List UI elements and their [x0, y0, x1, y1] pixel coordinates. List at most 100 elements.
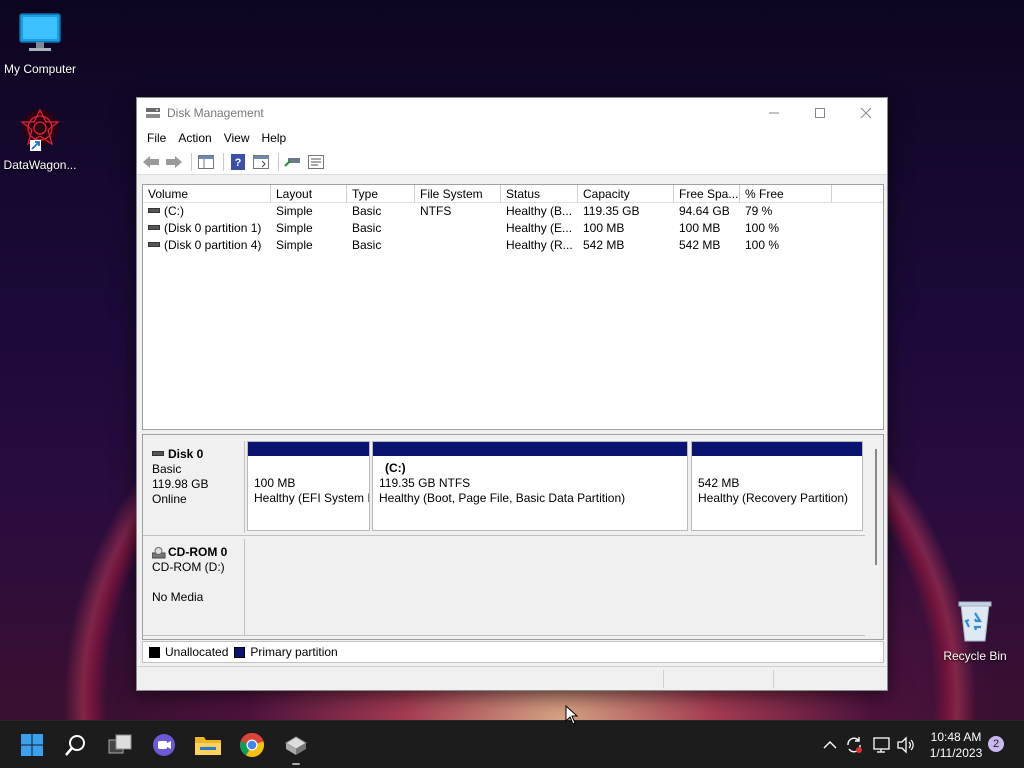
menu-action[interactable]: Action: [172, 131, 217, 145]
toolbar-separator: [278, 152, 279, 171]
disk-management-icon: [285, 736, 307, 755]
partition-efi[interactable]: 100 MB Healthy (EFI System I: [247, 441, 370, 531]
table-row[interactable]: (C:) Simple Basic NTFS Healthy (B... 119…: [143, 203, 883, 220]
toolbar-separator: [223, 152, 224, 171]
disk-type: Basic: [152, 462, 182, 476]
disk-graphical-view[interactable]: Disk 0 Basic 119.98 GB Online 100 MB Hea…: [142, 434, 884, 640]
column-header-type[interactable]: Type: [347, 185, 415, 202]
column-header-volume[interactable]: Volume: [143, 185, 271, 202]
disk-management-window[interactable]: Disk Management File Action View Help ?: [136, 97, 888, 691]
chevron-up-icon: [823, 741, 837, 749]
mouse-cursor-icon: [565, 705, 579, 725]
volume-status: Healthy (E...: [506, 221, 573, 235]
column-header-file-system[interactable]: File System: [415, 185, 501, 202]
volume-list[interactable]: Volume Layout Type File System Status Ca…: [142, 184, 884, 430]
title-bar[interactable]: Disk Management: [137, 98, 887, 127]
volume-type: Basic: [352, 204, 382, 218]
console-tree-icon: [198, 154, 214, 169]
partition-status: Healthy (Boot, Page File, Basic Data Par…: [379, 491, 626, 505]
volume-capacity: 119.35 GB: [583, 204, 640, 218]
window-title: Disk Management: [167, 105, 264, 120]
column-header-free-space[interactable]: Free Spa...: [674, 185, 740, 202]
volume-status: Healthy (B...: [506, 204, 573, 218]
properties-icon: [308, 154, 324, 169]
network-icon: [873, 737, 890, 753]
desktop-icon-recycle-bin[interactable]: Recycle Bin: [935, 597, 1015, 663]
table-row[interactable]: (Disk 0 partition 1) Simple Basic Health…: [143, 220, 883, 237]
legend-unallocated-swatch: [149, 646, 160, 658]
volume-percent-free: 100 %: [745, 221, 780, 235]
menu-bar: File Action View Help: [137, 127, 887, 149]
scrollbar-thumb[interactable]: [875, 449, 877, 565]
details-icon: [253, 154, 269, 169]
disk-management-app-icon: [146, 107, 160, 118]
disk-0-row[interactable]: Disk 0 Basic 119.98 GB Online 100 MB Hea…: [143, 441, 871, 533]
help-button[interactable]: ?: [228, 152, 248, 172]
cdrom-0-row[interactable]: CD-ROM 0 CD-ROM (D:) No Media: [143, 539, 871, 635]
show-hide-console-tree-button[interactable]: [196, 152, 216, 172]
column-header-layout[interactable]: Layout: [271, 185, 347, 202]
network-button[interactable]: [872, 735, 892, 755]
volume-file-system: NTFS: [420, 204, 452, 218]
properties-button[interactable]: [306, 152, 326, 172]
drive-icon: [148, 208, 160, 214]
minimize-button[interactable]: [751, 98, 797, 127]
disk-size: 119.98 GB: [152, 477, 209, 491]
help-icon: ?: [231, 153, 245, 170]
primary-partition-band: [373, 442, 687, 456]
graphical-view-scrollbar[interactable]: [873, 449, 881, 569]
partition-status: Healthy (EFI System I: [254, 491, 369, 505]
taskbar: 10:48 AM 1/11/2023: [0, 720, 1024, 768]
toolbar: ?: [137, 149, 887, 175]
task-view-button[interactable]: [104, 729, 136, 761]
legend: Unallocated Primary partition: [142, 641, 884, 663]
task-view-icon: [108, 734, 132, 754]
desktop-icon-my-computer[interactable]: My Computer: [0, 10, 80, 76]
notification-badge[interactable]: 2: [988, 736, 1004, 752]
maximize-button[interactable]: [797, 98, 843, 127]
chrome-button[interactable]: [236, 729, 268, 761]
menu-help[interactable]: Help: [256, 131, 293, 145]
toolbar-separator: [191, 152, 192, 171]
cdrom-media: No Media: [152, 590, 204, 604]
sync-status-button[interactable]: [844, 735, 864, 755]
show-hidden-icons-button[interactable]: [820, 735, 840, 755]
column-header-capacity[interactable]: Capacity: [578, 185, 674, 202]
legend-unallocated-label: Unallocated: [165, 645, 229, 659]
column-header-status[interactable]: Status: [501, 185, 578, 202]
disk-name: Disk 0: [168, 447, 204, 461]
drive-icon: [148, 225, 160, 231]
close-button[interactable]: [843, 98, 889, 127]
primary-partition-band: [692, 442, 862, 456]
forward-arrow-icon: [166, 155, 182, 168]
search-button[interactable]: [60, 729, 92, 761]
menu-view[interactable]: View: [218, 131, 256, 145]
partition-recovery[interactable]: 542 MB Healthy (Recovery Partition): [691, 441, 863, 531]
forward-button[interactable]: [164, 152, 184, 172]
desktop-icon-datawagon[interactable]: DataWagon...: [0, 106, 80, 172]
taskbar-clock[interactable]: 10:48 AM 1/11/2023: [924, 729, 988, 761]
cdrom-0-label[interactable]: CD-ROM 0 CD-ROM (D:) No Media: [143, 539, 245, 635]
partition-c[interactable]: (C:) 119.35 GB NTFS Healthy (Boot, Page …: [372, 441, 688, 531]
chat-button[interactable]: [148, 729, 180, 761]
minimize-icon: [769, 112, 779, 113]
disk-management-taskbar-button[interactable]: [280, 729, 312, 765]
volume-button[interactable]: [896, 735, 916, 755]
volume-free-space: 94.64 GB: [679, 204, 730, 218]
column-header-percent-free[interactable]: % Free: [740, 185, 832, 202]
file-explorer-button[interactable]: [192, 729, 224, 761]
volume-type: Basic: [352, 221, 382, 235]
details-view-button[interactable]: [251, 152, 271, 172]
volume-file-system: [415, 237, 501, 254]
table-row[interactable]: (Disk 0 partition 4) Simple Basic Health…: [143, 237, 883, 254]
connect-virtual-disk-button[interactable]: [283, 152, 303, 172]
file-explorer-icon: [195, 737, 221, 755]
status-bar-pane: [663, 670, 664, 688]
start-button[interactable]: [16, 729, 48, 761]
disk-0-label[interactable]: Disk 0 Basic 119.98 GB Online: [143, 441, 245, 533]
volume-name: (Disk 0 partition 4): [164, 238, 262, 252]
menu-file[interactable]: File: [141, 131, 172, 145]
volume-free-space: 542 MB: [679, 238, 721, 252]
legend-primary-label: Primary partition: [250, 645, 338, 659]
back-button[interactable]: [141, 152, 161, 172]
